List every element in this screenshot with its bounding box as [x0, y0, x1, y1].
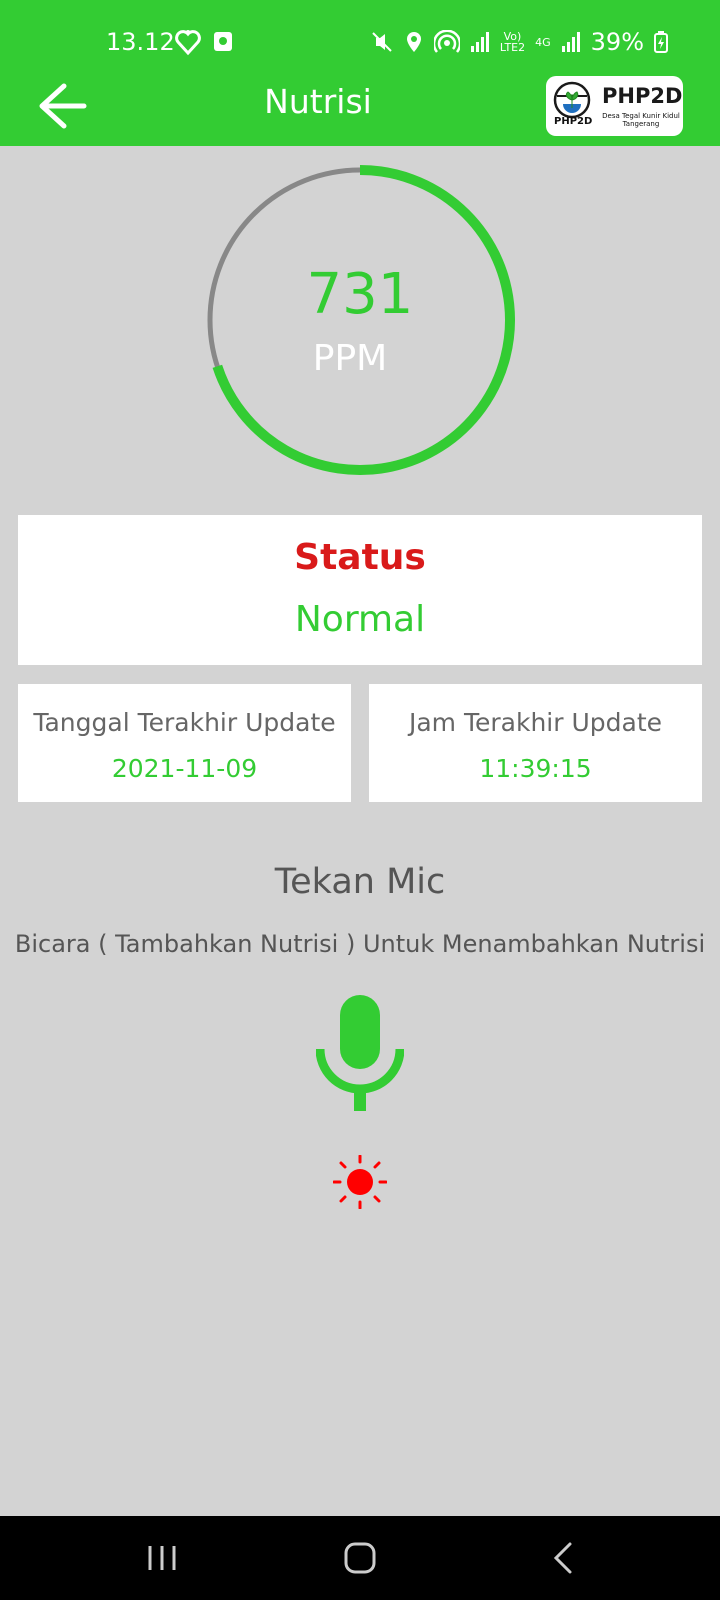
mic-title: Tekan Mic: [274, 862, 446, 902]
notification-icons: [175, 28, 235, 56]
hotspot-icon: [433, 30, 460, 53]
logo-subtitle: Desa Tegal Kunir Kidul Tangerang: [602, 112, 680, 128]
mute-icon: [372, 32, 392, 52]
home-icon[interactable]: [336, 1536, 384, 1580]
system-nav-bar: [0, 1516, 720, 1600]
volte-label: Vo) LTE2: [499, 30, 526, 54]
network-label: 4G: [535, 35, 551, 49]
ppm-unit: PPM: [312, 338, 388, 379]
date-label: Tanggal Terakhir Update: [33, 708, 336, 737]
time-value: 11:39:15: [479, 754, 592, 783]
status-title: Status: [294, 537, 426, 578]
date-value: 2021-11-09: [111, 754, 258, 783]
status-card: Status Normal: [18, 515, 702, 665]
status-time: 13.12: [106, 28, 175, 56]
page-title: Nutrisi: [264, 82, 372, 121]
battery-percent: 39%: [590, 28, 644, 56]
app-bar: Nutrisi PHP2D PHP2D Desa Tegal Kunir Kid…: [0, 64, 720, 146]
screen: 13.12 Vo) LTE2 4G 39% Nutrisi PHP2D PHP2…: [0, 0, 720, 1600]
heart-notification-icon: [175, 30, 201, 56]
recent-apps-icon[interactable]: [138, 1536, 186, 1580]
microphone-icon[interactable]: [316, 995, 404, 1111]
mic-description: Bicara ( Tambahkan Nutrisi ) Untuk Menam…: [14, 930, 706, 958]
php2d-logo: PHP2D PHP2D Desa Tegal Kunir Kidul Tange…: [546, 76, 683, 136]
status-value: Normal: [294, 599, 426, 640]
battery-charging-icon: [654, 31, 668, 53]
status-right: Vo) LTE2 4G 39%: [370, 28, 668, 56]
location-icon: [406, 32, 421, 52]
php2d-emblem-icon: [553, 81, 591, 119]
logo-small-text: PHP2D: [554, 116, 593, 127]
last-update-time-card: Jam Terakhir Update 11:39:15: [369, 684, 702, 802]
last-update-date-card: Tanggal Terakhir Update 2021-11-09: [18, 684, 351, 802]
ppm-value: 731: [306, 262, 414, 327]
nav-back-icon[interactable]: [540, 1536, 588, 1580]
sun-icon: [333, 1155, 387, 1209]
time-label: Jam Terakhir Update: [408, 708, 663, 737]
signal-2-icon: [561, 32, 580, 52]
signal-icon: [470, 32, 489, 52]
photo-notification-icon: [214, 32, 232, 51]
logo-text: PHP2D: [602, 84, 683, 108]
